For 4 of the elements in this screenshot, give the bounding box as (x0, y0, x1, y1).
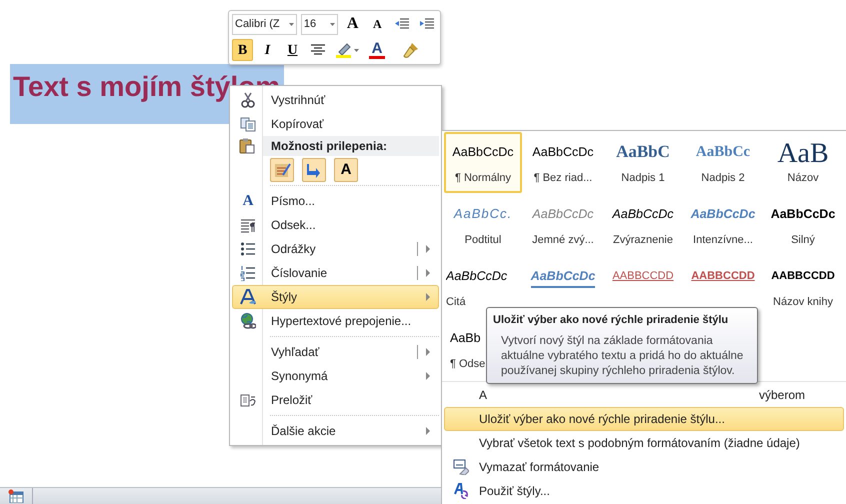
font-icon: A (242, 194, 254, 208)
tooltip-text: Vytvorí nový štýl na základe formátovania aktuálne vybratého textu a pridá ho do aktuálne používanej skupiny rýchleho priradenia štýlov. (500, 334, 744, 378)
section-header: Možnosti prilepenia: (263, 136, 439, 156)
tooltip-title: Uložiť výber ako nové rýchle priradenie štýlu (493, 313, 730, 328)
